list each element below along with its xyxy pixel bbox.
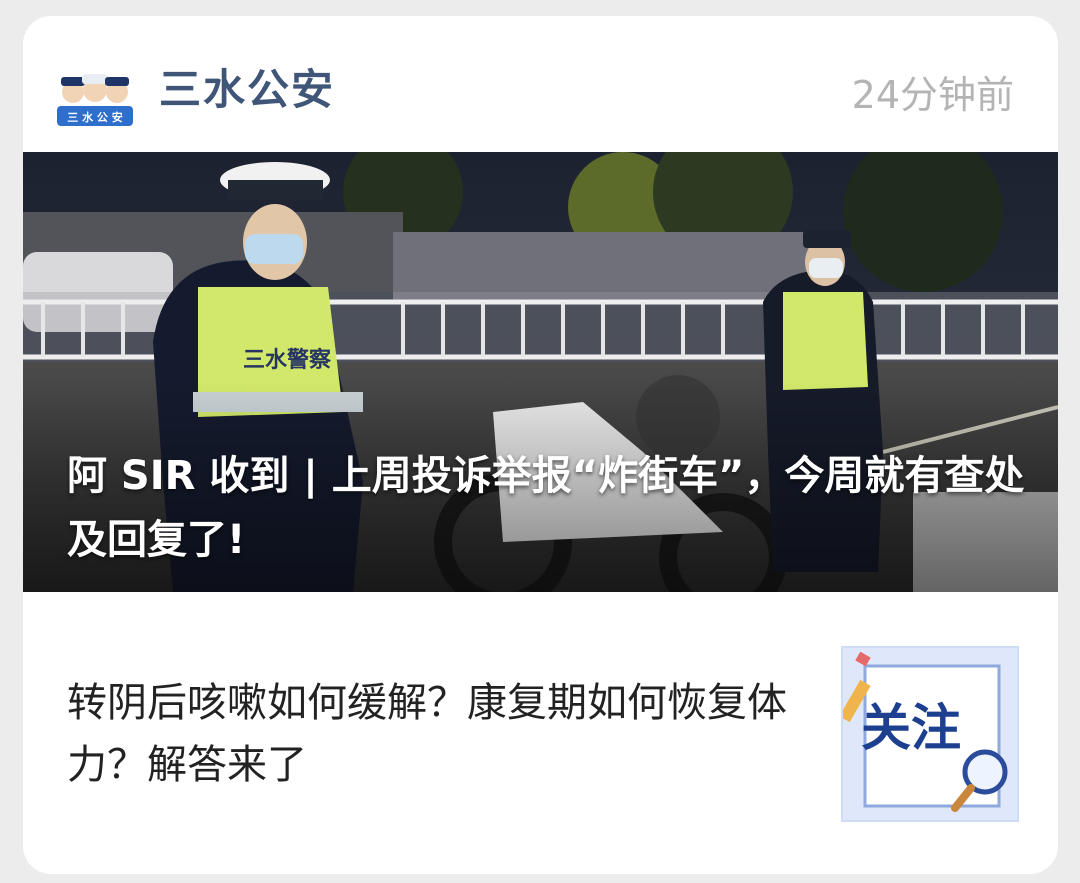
- vest-badge: 三水警察: [243, 347, 332, 373]
- lead-article-title[interactable]: 阿 SIR 收到 | 上周投诉举报“炸街车”，今周就有查处及回复了!: [67, 444, 1027, 572]
- account-avatar[interactable]: 三 水 公 安: [55, 60, 135, 130]
- thumbnail-text: 关注: [861, 699, 961, 757]
- feed-card: 三 水 公 安 三水公安 24分钟前 三水警察 阿 SIR 收到 | 上周投诉举…: [23, 16, 1058, 874]
- avatar-text: 三 水 公 安: [67, 110, 123, 124]
- article-title[interactable]: 转阴后咳嗽如何缓解？康复期如何恢复体力？解答来了: [67, 672, 797, 796]
- card-header: 三 水 公 安 三水公安 24分钟前: [23, 16, 1058, 152]
- lead-article[interactable]: 三水警察 阿 SIR 收到 | 上周投诉举报“炸街车”，今周就有查处及回复了!: [23, 152, 1058, 592]
- article-item[interactable]: 转阴后咳嗽如何缓解？康复期如何恢复体力？解答来了 关注: [23, 592, 1058, 874]
- article-thumbnail[interactable]: 关注: [841, 646, 1019, 822]
- account-name[interactable]: 三水公安: [159, 56, 335, 117]
- post-timestamp: 24分钟前: [851, 73, 1014, 117]
